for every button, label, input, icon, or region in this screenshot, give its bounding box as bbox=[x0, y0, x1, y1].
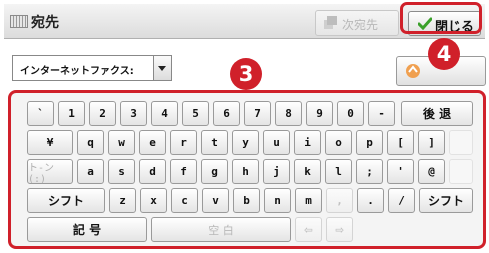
close-highlight-frame bbox=[400, 2, 482, 34]
callout-badge-keyboard: 3 bbox=[230, 58, 262, 90]
screen: 宛先 次宛先 閉じる インターネットファクス: ` 1 2 3 4 5 6 7 … bbox=[0, 0, 489, 253]
mode-select-value: インターネットファクス: bbox=[20, 66, 134, 77]
next-destination-label: 次宛先 bbox=[342, 18, 379, 32]
callout-badge-close: 4 bbox=[428, 38, 460, 70]
page-title: 宛先 bbox=[31, 15, 59, 31]
add-destination-icon bbox=[324, 16, 337, 29]
keyboard-icon bbox=[10, 15, 28, 28]
keyboard-highlight-frame bbox=[8, 90, 486, 249]
next-destination-button[interactable]: 次宛先 bbox=[315, 10, 399, 36]
mode-select[interactable]: インターネットファクス: bbox=[12, 55, 172, 81]
chevron-down-icon bbox=[153, 56, 171, 80]
character-type-icon bbox=[406, 64, 420, 78]
